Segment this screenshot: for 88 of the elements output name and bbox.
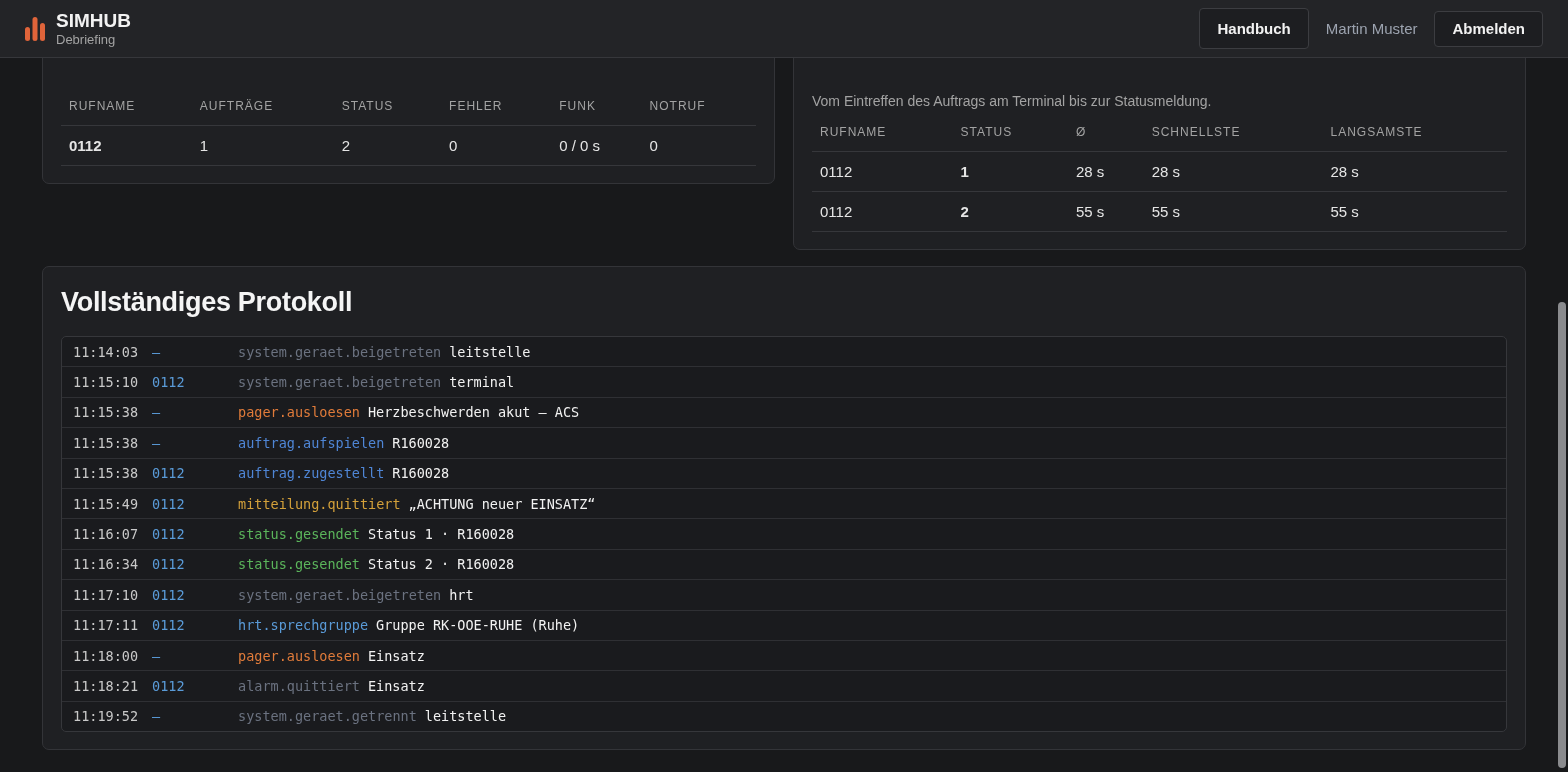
- log-unit: 0112: [152, 374, 186, 391]
- column-header: RUFNAME: [61, 87, 192, 126]
- log-detail: Herzbeschwerden akut – ACS: [367, 404, 580, 421]
- table-cell: 0: [441, 125, 552, 166]
- log-event: alarm.quittiert: [238, 678, 360, 694]
- log-time: 11:15:38: [73, 465, 140, 482]
- log-detail: leitstelle: [424, 708, 507, 725]
- column-header: STATUS: [333, 87, 442, 126]
- log-unit: 0112: [152, 495, 186, 512]
- scrollbar[interactable]: [1558, 302, 1566, 768]
- log-unit: 0112: [152, 617, 186, 634]
- log-time: 11:18:21: [73, 678, 140, 694]
- logout-button[interactable]: Abmelden: [1434, 10, 1543, 47]
- log-event: mitteilung.quittiert: [238, 495, 401, 512]
- log-detail: leitstelle: [449, 343, 531, 360]
- table-cell: 28 s: [1143, 151, 1323, 192]
- table-cell: 55 s: [1322, 191, 1507, 232]
- log-detail: „ACHTUNG neuer EINSATZ“: [408, 495, 596, 512]
- column-header: Ø: [1067, 113, 1144, 152]
- table-cell: 55 s: [1067, 191, 1144, 232]
- table-cell: 0 / 0 s: [551, 125, 642, 166]
- log-event: system.geraet.beigetreten: [238, 586, 442, 603]
- column-header: FUNK: [551, 87, 642, 126]
- table-cell: 0112: [812, 191, 953, 232]
- log-unit: 0112: [152, 586, 186, 603]
- table-cell: 0112: [812, 151, 953, 192]
- log-unit: 0112: [152, 556, 186, 573]
- user-name: Martin Muster: [1325, 20, 1418, 37]
- table-cell: 2: [333, 125, 442, 166]
- log-time: 11:16:07: [73, 526, 140, 543]
- column-header: RUFNAME: [812, 113, 953, 152]
- column-header: FEHLER: [441, 87, 552, 126]
- log-unit: 0112: [152, 678, 186, 694]
- log-detail: R160028: [392, 465, 450, 482]
- log-event: hrt.sprechgruppe: [238, 617, 369, 634]
- log-time: 11:19:52: [73, 708, 140, 725]
- table-cell: 0112: [61, 125, 192, 166]
- table-cell: 28 s: [1322, 151, 1507, 192]
- log-event: system.geraet.getrennt: [238, 708, 417, 725]
- column-header: NOTRUF: [641, 87, 756, 126]
- log-time: 11:14:03: [73, 343, 140, 360]
- log-unit: —: [152, 343, 162, 360]
- log-detail: Gruppe RK-OOE-RUHE (Ruhe): [376, 617, 580, 634]
- log-event: system.geraet.beigetreten: [238, 343, 442, 360]
- table-cell: 28 s: [1067, 151, 1144, 192]
- log-event: pager.ausloesen: [238, 647, 360, 664]
- column-header: STATUS: [952, 113, 1068, 152]
- log-time: 11:15:49: [73, 495, 140, 512]
- log-detail: Einsatz: [367, 678, 425, 694]
- log-detail: Status 2 · R160028: [367, 556, 515, 573]
- log-unit: —: [152, 434, 162, 451]
- log-detail: hrt: [449, 586, 474, 603]
- table-cell: 2: [952, 191, 1068, 232]
- log-unit: —: [152, 404, 162, 421]
- section-description: Vom Eintreffen des Auftrags am Terminal bis zur Statusmeldung.: [812, 93, 1213, 109]
- log-time: 11:17:11: [73, 617, 140, 634]
- table-cell: 1: [191, 125, 334, 166]
- log-time: 11:15:38: [73, 434, 140, 451]
- table-cell: 0: [641, 125, 756, 166]
- log-detail: Einsatz: [367, 647, 425, 664]
- table-cell: 55 s: [1143, 191, 1323, 232]
- section-title: Vollständiges Protokoll: [61, 286, 354, 319]
- log-detail: Status 1 · R160028: [367, 526, 515, 543]
- table-cell: 1: [952, 151, 1068, 192]
- column-header: AUFTRÄGE: [191, 87, 334, 126]
- log-time: 11:15:38: [73, 404, 140, 421]
- log-event: system.geraet.beigetreten: [238, 374, 442, 391]
- log-event: auftrag.zugestellt: [238, 465, 385, 482]
- log-event: pager.ausloesen: [238, 404, 360, 421]
- bar-chart-icon: [25, 16, 45, 41]
- log-unit: —: [152, 708, 162, 725]
- log-time: 11:16:34: [73, 556, 140, 573]
- page-subtitle: Debriefing: [56, 31, 117, 48]
- log-time: 11:15:10: [73, 374, 140, 391]
- log-detail: terminal: [449, 374, 515, 391]
- log-event: auftrag.aufspielen: [238, 434, 385, 451]
- log-detail: R160028: [392, 434, 450, 451]
- log-unit: —: [152, 647, 162, 664]
- column-header: LANGSAMSTE: [1322, 113, 1507, 152]
- log-unit: 0112: [152, 526, 186, 543]
- app-name: SIMHUB: [56, 9, 131, 32]
- log-time: 11:17:10: [73, 586, 140, 603]
- column-header: SCHNELLSTE: [1143, 113, 1323, 152]
- log-unit: 0112: [152, 465, 186, 482]
- log-event: status.gesendet: [238, 526, 360, 543]
- log-time: 11:18:00: [73, 647, 140, 664]
- log-event: status.gesendet: [238, 556, 360, 573]
- manual-button[interactable]: Handbuch: [1199, 8, 1309, 49]
